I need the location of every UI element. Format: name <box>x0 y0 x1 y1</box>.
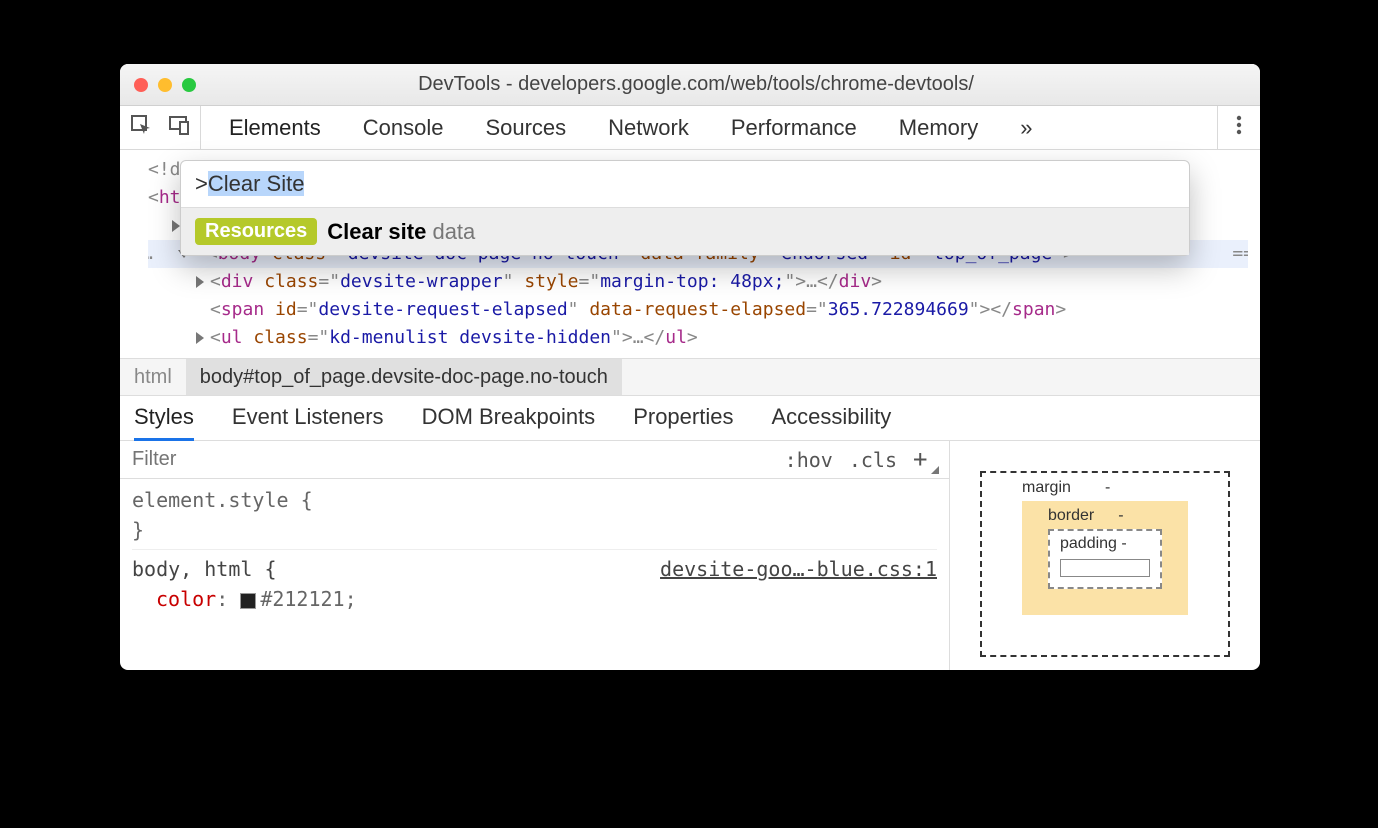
traffic-lights <box>134 78 196 92</box>
gutter-ellipsis-icon: … <box>148 240 153 268</box>
inspect-element-icon[interactable] <box>130 114 152 142</box>
toggle-device-toolbar-icon[interactable] <box>168 114 190 142</box>
box-model-widget[interactable]: margin - border - padding - <box>950 441 1260 670</box>
rule-selector[interactable]: body, html { <box>132 554 277 584</box>
command-menu-input[interactable]: >Clear Site <box>181 161 1189 208</box>
expand-icon[interactable] <box>196 332 204 344</box>
styles-body: :hov .cls + element.style { } body, html… <box>120 441 1260 670</box>
tab-sources[interactable]: Sources <box>485 115 566 141</box>
styles-filter-input[interactable] <box>120 448 771 471</box>
settings-kebab-icon[interactable] <box>1236 114 1242 142</box>
dom-doctype: <!d <box>148 159 181 180</box>
close-window-icon[interactable] <box>134 78 148 92</box>
tab-styles[interactable]: Styles <box>134 404 194 441</box>
titlebar: DevTools - developers.google.com/web/too… <box>120 64 1260 106</box>
maximize-window-icon[interactable] <box>182 78 196 92</box>
devtools-window: DevTools - developers.google.com/web/too… <box>120 64 1260 670</box>
tab-dom-breakpoints[interactable]: DOM Breakpoints <box>422 404 596 440</box>
crumb-html[interactable]: html <box>120 359 186 395</box>
breadcrumb: html body#top_of_page.devsite-doc-page.n… <box>120 358 1260 396</box>
tab-event-listeners[interactable]: Event Listeners <box>232 404 384 440</box>
result-category-badge: Resources <box>195 218 317 245</box>
tab-elements[interactable]: Elements <box>229 115 321 141</box>
expand-icon[interactable] <box>196 276 204 288</box>
styles-tabstrip: Styles Event Listeners DOM Breakpoints P… <box>120 396 1260 441</box>
tab-memory[interactable]: Memory <box>899 115 978 141</box>
cls-toggle[interactable]: .cls <box>849 448 897 472</box>
color-swatch-icon[interactable] <box>240 593 256 609</box>
tab-network[interactable]: Network <box>608 115 689 141</box>
window-title: DevTools - developers.google.com/web/too… <box>196 73 1196 96</box>
main-toolbar: Elements Console Sources Network Perform… <box>120 106 1260 150</box>
new-style-rule-icon[interactable]: + <box>913 448 935 470</box>
panel-tabs: Elements Console Sources Network Perform… <box>201 115 1217 141</box>
box-model-content <box>1060 559 1150 577</box>
rule-source-link[interactable]: devsite-goo…-blue.css:1 <box>660 554 937 584</box>
tab-overflow-icon[interactable]: » <box>1020 115 1032 141</box>
command-menu-popup: >Clear Site Resources Clear site data <box>180 160 1190 256</box>
command-menu-result[interactable]: Resources Clear site data <box>181 208 1189 255</box>
element-style-rule[interactable]: element.style { <box>132 485 937 515</box>
gutter-equals: == <box>1232 240 1248 268</box>
css-property[interactable]: color: #212121; <box>132 584 937 614</box>
expand-icon[interactable] <box>172 220 180 232</box>
tab-properties[interactable]: Properties <box>633 404 733 440</box>
tab-console[interactable]: Console <box>363 115 444 141</box>
minimize-window-icon[interactable] <box>158 78 172 92</box>
tab-accessibility[interactable]: Accessibility <box>771 404 891 440</box>
hov-toggle[interactable]: :hov <box>785 448 833 472</box>
crumb-body[interactable]: body#top_of_page.devsite-doc-page.no-tou… <box>186 359 622 395</box>
tab-performance[interactable]: Performance <box>731 115 857 141</box>
dom-html-open: < <box>148 187 159 208</box>
